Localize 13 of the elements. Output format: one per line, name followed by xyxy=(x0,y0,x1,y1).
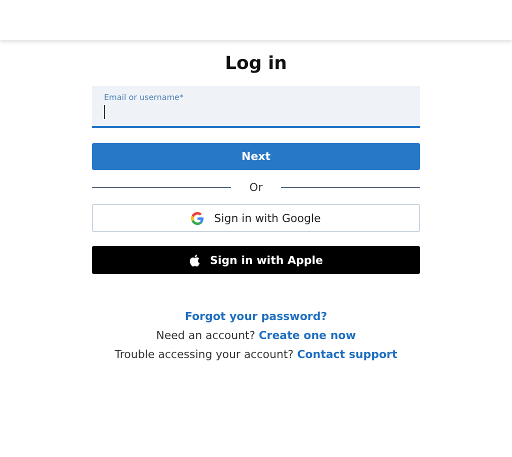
google-icon xyxy=(191,212,204,224)
apple-icon xyxy=(188,254,200,266)
google-sign-in-button[interactable]: Sign in with Google xyxy=(92,204,420,232)
help-text: Need an account? Create one now xyxy=(156,329,356,342)
help-link[interactable]: Contact support xyxy=(297,348,398,361)
apple-sign-in-button[interactable]: Sign in with Apple xyxy=(92,246,420,274)
page-title: Log in xyxy=(224,53,288,74)
help-text: Trouble accessing your account? Contact support xyxy=(114,348,398,361)
divider-label: Or xyxy=(249,181,263,194)
input-field[interactable]: Email or username* xyxy=(92,86,420,128)
next-button[interactable]: Next xyxy=(92,143,420,170)
help-link[interactable]: Create one now xyxy=(258,329,356,342)
help-link[interactable]: Forgot your password? xyxy=(184,310,328,323)
